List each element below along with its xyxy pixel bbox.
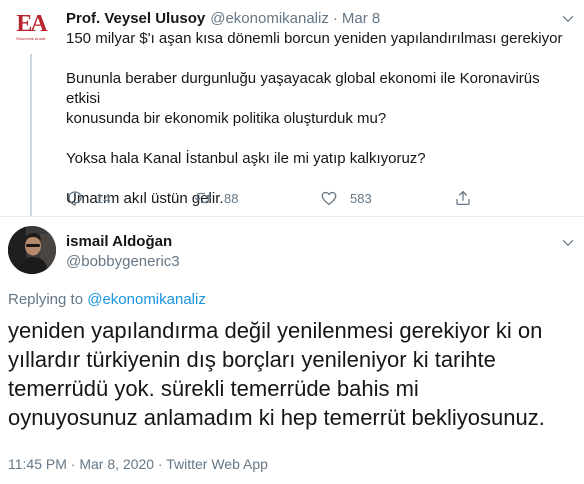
separator-dot: · <box>332 9 338 27</box>
main-tweet-text: yeniden yapılandırma değil yenilenmesi g… <box>8 316 578 432</box>
replying-prefix: Replying to <box>8 291 84 308</box>
author-handle[interactable]: @bobbygeneric3 <box>66 253 180 270</box>
tweet-line: konusunda bir ekonomik politika oluşturd… <box>66 110 387 127</box>
tweet-line: temerrüdü yok. sürekli temerrüde bahis m… <box>8 376 419 401</box>
thread-line <box>30 54 32 216</box>
divider <box>0 216 584 217</box>
logo-subtitle: Ekonomik Analiz <box>16 36 46 41</box>
tweet-line: oynuyosunuz anlamadım ki hep temerrüt be… <box>8 405 545 430</box>
parent-tweet[interactable]: EA Ekonomik Analiz Prof. Veysel Ulusoy @… <box>0 0 584 216</box>
tweet-timestamp[interactable]: 11:45 PM · Mar 8, 2020 · Twitter Web App <box>8 456 268 472</box>
retweet-icon <box>194 192 212 204</box>
chevron-down-icon[interactable] <box>561 12 575 26</box>
parent-tweet-header: Prof. Veysel Ulusoy @ekonomikanaliz · Ma… <box>66 8 380 28</box>
share-icon <box>456 190 470 206</box>
like-count: 583 <box>350 190 372 206</box>
author-handle[interactable]: @ekonomikanaliz <box>210 10 329 27</box>
tweet-actions: 14 88 583 <box>66 188 526 208</box>
reply-button[interactable]: 14 <box>66 189 110 207</box>
retweet-button[interactable]: 88 <box>194 189 238 207</box>
tweet-line: yıllardır türkiyenin dış borçları yenile… <box>8 347 496 372</box>
reply-count: 14 <box>96 190 111 206</box>
logo-letters: EA <box>16 11 47 37</box>
reply-icon <box>68 191 82 206</box>
retweet-count: 88 <box>224 190 239 206</box>
avatar-logo[interactable]: EA Ekonomik Analiz <box>14 12 48 46</box>
avatar[interactable] <box>8 226 56 274</box>
tweet-line: Yoksa hala Kanal İstanbul aşkı ile mi ya… <box>66 150 426 167</box>
author-name[interactable]: Prof. Veysel Ulusoy <box>66 10 205 27</box>
like-button[interactable]: 583 <box>320 189 372 207</box>
parent-tweet-text: 150 milyar $'ı aşan kısa dönemli borcun … <box>66 29 566 209</box>
heart-icon <box>321 191 337 206</box>
replying-handle-link[interactable]: @ekonomikanaliz <box>87 291 206 308</box>
tweet-line: yeniden yapılandırma değil yenilenmesi g… <box>8 318 543 343</box>
replying-to: Replying to @ekonomikanaliz <box>8 291 206 308</box>
share-button[interactable] <box>454 189 472 207</box>
tweet-line: Bununla beraber durgunluğu yaşayacak glo… <box>66 70 544 107</box>
author-name[interactable]: ismail Aldoğan <box>66 233 172 250</box>
tweet-line: 150 milyar $'ı aşan kısa dönemli borcun … <box>66 30 563 47</box>
chevron-down-icon[interactable] <box>561 236 575 250</box>
tweet-date[interactable]: Mar 8 <box>342 10 380 27</box>
avatar-photo <box>8 226 56 274</box>
